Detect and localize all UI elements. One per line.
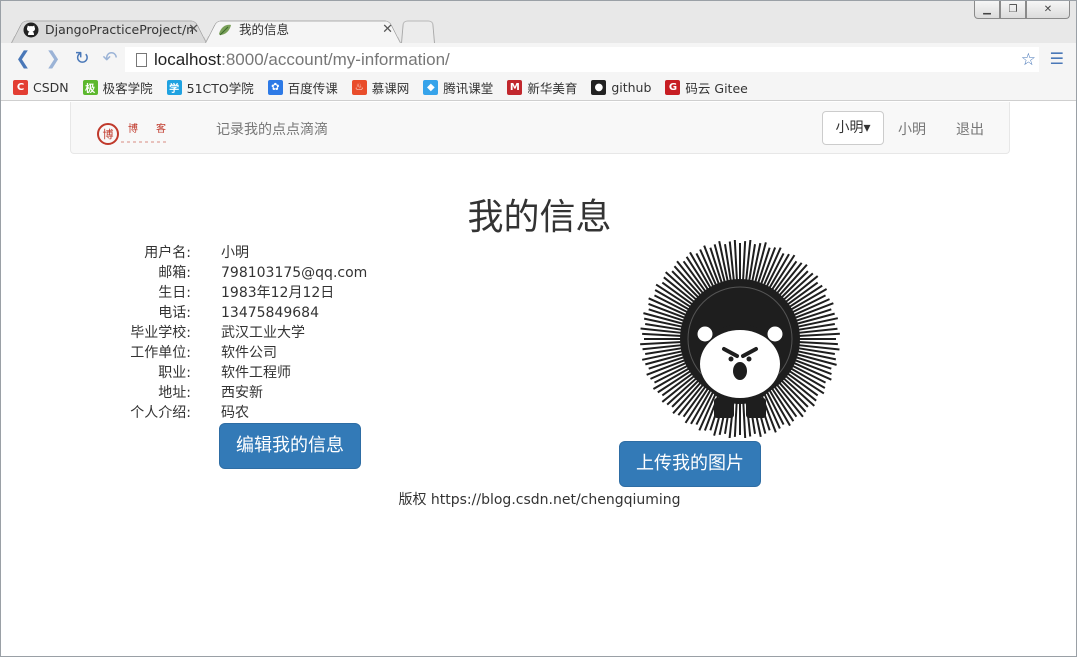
info-value: 798103175@qq.com	[221, 265, 368, 281]
bookmark-star-icon[interactable]: ☆	[1021, 48, 1036, 72]
bookmark-icon: ◆	[423, 80, 439, 95]
close-tab-icon[interactable]: ✕	[188, 17, 199, 43]
info-value: 13475849684	[221, 305, 319, 321]
info-row: 邮箱: 798103175@qq.com	[101, 263, 501, 283]
bookmark-item[interactable]: ✿ 百度传课	[267, 78, 338, 97]
bookmark-label: 新华美育	[527, 81, 578, 96]
svg-text:博: 博	[103, 128, 114, 141]
browser-toolbar: ❮ ❯ ↻ ↶ localhost:8000/account/my-inform…	[1, 43, 1076, 75]
info-label: 邮箱:	[158, 265, 191, 281]
info-row: 用户名: 小明	[101, 243, 501, 263]
bookmark-icon: ✿	[267, 80, 283, 95]
info-label: 工作单位:	[130, 345, 191, 361]
window-controls: ▁ ❐ ✕	[974, 1, 1070, 19]
site-slogan: 记录我的点点滴滴	[216, 122, 328, 138]
bookmark-item[interactable]: M 新华美育	[507, 78, 577, 97]
upload-image-button[interactable]: 上传我的图片	[619, 441, 761, 487]
info-row: 毕业学校: 武汉工业大学	[101, 323, 501, 343]
info-value: 软件公司	[221, 345, 277, 361]
info-row: 电话: 13475849684	[101, 303, 501, 323]
logout-link[interactable]: 退出	[956, 119, 984, 139]
info-label: 生日:	[158, 285, 191, 301]
site-logo[interactable]: 博 博 客	[97, 120, 169, 148]
bookmark-item[interactable]: ● github	[591, 80, 651, 95]
back-icon[interactable]: ❮	[13, 49, 33, 69]
info-value: 武汉工业大学	[221, 325, 305, 341]
bookmark-icon: ●	[591, 80, 607, 95]
page-title: 我的信息	[467, 197, 612, 238]
footer-copyright: 版权 https://blog.csdn.net/chengqiuming	[398, 492, 681, 508]
url-path: :8000/account/my-information/	[221, 50, 450, 69]
bookmarks-bar: C CSDN 极极客学院学 51CTO学院 ✿ 百度传课 ♨ 慕课网 ◆ 腾讯课堂 M 新华美育 ● gi…	[1, 75, 1076, 101]
info-value: 码农	[221, 405, 249, 421]
info-label: 电话:	[158, 305, 191, 321]
tab-title: DjangoPracticeProject/n	[45, 22, 195, 37]
info-label: 地址:	[158, 385, 191, 401]
info-value: 小明	[221, 245, 249, 261]
bookmark-icon: G	[665, 80, 681, 95]
bookmark-label: github	[611, 80, 652, 95]
bookmark-icon: C	[13, 80, 28, 95]
address-bar[interactable]: localhost:8000/account/my-information/ ☆	[125, 47, 1039, 72]
info-value: 1983年12月12日	[221, 285, 335, 301]
bookmark-icon: ♨	[351, 80, 367, 95]
bookmark-item[interactable]: ◆ 腾讯课堂	[423, 78, 493, 97]
reload-icon[interactable]: ↻	[72, 49, 92, 69]
title-bar: ▁ ❐ ✕ DjangoPracticeProject/n ✕ 我的信息 ✕	[1, 1, 1076, 43]
user-link[interactable]: 小明	[898, 119, 926, 139]
info-label: 职业:	[158, 365, 191, 381]
close-tab-icon[interactable]: ✕	[382, 17, 393, 43]
menu-icon[interactable]: ☰	[1050, 49, 1064, 68]
undo-icon[interactable]: ↶	[100, 49, 120, 69]
forward-icon[interactable]: ❯	[43, 49, 63, 69]
bookmark-label: 码云 Gitee	[685, 81, 748, 96]
bookmark-icon: 极	[82, 80, 98, 95]
info-label: 用户名:	[144, 245, 191, 261]
tab-github[interactable]: DjangoPracticeProject/n ✕	[11, 17, 207, 43]
info-row: 职业: 软件工程师	[101, 363, 501, 383]
tab-title: 我的信息	[239, 22, 290, 37]
page-icon	[136, 53, 147, 67]
bookmark-label: 腾讯课堂	[443, 81, 494, 96]
info-row: 生日: 1983年12月12日	[101, 283, 501, 303]
bookmark-item[interactable]: 学 51CTO学院	[166, 78, 254, 97]
bookmark-label: 百度传课	[287, 81, 338, 96]
bookmark-label: CSDN	[33, 80, 69, 95]
user-dropdown[interactable]: 小明▾	[822, 111, 884, 145]
bookmark-label: 慕课网	[371, 81, 410, 96]
svg-text:客: 客	[156, 122, 166, 135]
info-value: 软件工程师	[221, 365, 291, 381]
info-label: 个人介绍:	[130, 405, 191, 421]
restore-icon[interactable]: ❐	[1000, 1, 1026, 19]
url-host: localhost	[154, 50, 222, 69]
bookmark-item[interactable]: G 码云 Gitee	[665, 78, 748, 97]
leaf-icon	[219, 24, 231, 36]
svg-text:博: 博	[128, 122, 138, 135]
page-content: 博 博 客 记录我的点点滴滴 小明▾ 小明 退出 我的信息 用户名: 小明邮箱: 7…	[1, 102, 1076, 656]
avatar-hedgehog-image	[640, 240, 840, 438]
info-row: 地址: 西安新	[101, 383, 501, 403]
bookmark-item[interactable]: 极极客学院	[82, 78, 153, 97]
minimize-icon[interactable]: ▁	[974, 1, 1000, 19]
bookmark-label: 极客学院	[102, 81, 153, 96]
info-row: 个人介绍: 码农	[101, 403, 501, 423]
bookmark-item[interactable]: ♨ 慕课网	[351, 78, 410, 97]
bookmark-icon: 学	[166, 80, 182, 95]
bookmark-icon: M	[507, 80, 523, 95]
browser-window: ▁ ❐ ✕ DjangoPracticeProject/n ✕ 我的信息 ✕ ❮…	[0, 0, 1077, 657]
site-navbar: 博 博 客 记录我的点点滴滴 小明▾ 小明 退出	[70, 102, 1010, 154]
new-tab-button[interactable]	[401, 20, 435, 43]
bookmark-item[interactable]: C CSDN	[13, 80, 69, 95]
info-row: 工作单位: 软件公司	[101, 343, 501, 363]
tab-my-information[interactable]: 我的信息 ✕	[205, 17, 401, 43]
info-label: 毕业学校:	[130, 325, 191, 341]
close-window-icon[interactable]: ✕	[1026, 1, 1070, 19]
info-value: 西安新	[221, 385, 263, 401]
edit-information-button[interactable]: 编辑我的信息	[219, 423, 361, 469]
bookmark-label: 51CTO学院	[186, 81, 254, 96]
github-icon	[23, 22, 39, 38]
